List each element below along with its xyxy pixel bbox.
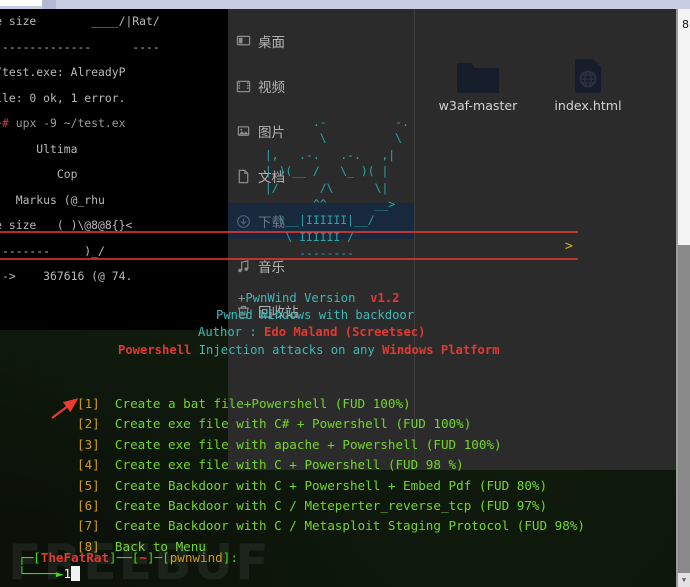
scrollbar[interactable]: ▼	[678, 9, 690, 587]
menu-list[interactable]: [1] Create a bat file+Powershell (FUD 10…	[77, 394, 585, 557]
prompt-tool: pwnwind	[169, 550, 223, 565]
prompt-close: ]:	[222, 550, 238, 565]
menu-item-label: Create Backdoor with C / Meteperter_reve…	[114, 498, 548, 514]
video-icon	[228, 79, 258, 94]
folder-icon	[424, 53, 532, 95]
terminal-line: /root/test.exe: AlreadyP	[0, 65, 126, 79]
version-value: v1.2	[370, 291, 400, 305]
terminal-line: -------------------- ----	[0, 39, 160, 54]
sidebar-item-2[interactable]: 视频	[228, 68, 414, 104]
upx-terminal-window[interactable]: File size ____/|Rat/ --------------------…	[0, 9, 248, 330]
menu-item-label: Create exe file with C# + Powershell (FU…	[114, 416, 472, 432]
menu-item-1[interactable]: [1] Create a bat file+Powershell (FUD 10…	[77, 394, 585, 414]
prompt-sep2: ]─[	[146, 550, 170, 565]
prompt-sep1: ]──[	[109, 550, 140, 565]
documents-icon	[228, 169, 258, 184]
menu-item-label: Create a bat file+Powershell (FUD 100%)	[114, 396, 411, 411]
subtitle-windows: Windows Platform	[382, 343, 500, 357]
terminal-line: 495616 -> 367616 (@ 74.	[2, 269, 133, 283]
menu-item-label: Create Backdoor with C + Powershell + Em…	[114, 477, 548, 493]
menu-item-number: [1]	[77, 396, 100, 411]
menu-item-number: [2]	[77, 416, 100, 432]
menu-item-5[interactable]: [5] Create Backdoor with C + Powershell …	[77, 476, 585, 496]
text-cursor	[71, 566, 81, 581]
desktop-item-folder[interactable]: w3af-master	[424, 53, 532, 113]
subtitle-middle: Injection attacks on any	[198, 343, 375, 357]
menu-item-3[interactable]: [3] Create exe file with apache + Powers…	[77, 435, 585, 455]
terminal-line: @kali:~# upx -9 ~/test.ex	[0, 116, 126, 130]
desktop-icon	[228, 34, 258, 49]
pictures-icon	[228, 124, 258, 139]
pwnwind-tagline: Pwned Windows with backdoor	[216, 308, 415, 322]
downloads-icon	[228, 214, 258, 229]
sidebar-item-label: 桌面	[258, 35, 285, 51]
shell-prompt: ┌─[TheFatRat]──[~]─[pwnwind]:	[18, 549, 238, 566]
screen: __ __ \__ Cop______________ | 3.91 __ Ma…	[0, 0, 690, 587]
html-file-icon	[534, 53, 642, 95]
menu-item-number: [5]	[77, 477, 100, 493]
prompt-host: TheFatRat	[40, 550, 109, 565]
menu-item-label: Create Backdoor with C / Metasploit Stag…	[114, 518, 586, 534]
menu-item-label: Create exe file with apache + Powershell…	[114, 436, 502, 452]
prompt-bracket-open: ┌─[	[18, 550, 41, 565]
shell-input-value[interactable]: 1	[64, 566, 72, 581]
menu-item-number: [4]	[77, 457, 100, 473]
pwnwind-version-line: +PwnWind Version v1.2	[238, 290, 399, 307]
menu-item-number: [6]	[77, 498, 100, 514]
terminal-line: File size ____/|Rat/	[0, 14, 160, 28]
terminal-line: ed 1 file: 0 ok, 1 error.	[0, 90, 126, 105]
pwnwind-author-line: Author : Edo Maland (Screetsec)	[198, 324, 425, 341]
pwnwind-subtitle: Powershell Injection attacks on any Wind…	[118, 342, 500, 359]
window-top-strip-left2	[42, 0, 56, 9]
window-top-strip	[0, 0, 690, 9]
menu-item-4[interactable]: [4] Create exe file with C + Powershell …	[77, 455, 585, 475]
shell-input-line[interactable]: └────►1	[18, 566, 81, 581]
subtitle-powershell: Powershell	[118, 343, 192, 357]
desktop-item-label: index.html	[554, 98, 622, 113]
desktop-item-label: w3af-master	[438, 98, 518, 113]
prompt-arrow: └────►	[18, 566, 64, 581]
pwnwind-name: PwnWind	[245, 291, 297, 305]
menu-item-6[interactable]: [6] Create Backdoor with C / Meteperter_…	[77, 496, 585, 516]
prompt-path: ~	[139, 550, 147, 565]
scrollbar-track[interactable]	[678, 9, 690, 245]
sidebar-item-1[interactable]: 桌面	[228, 23, 414, 59]
pwnwind-ascii-art: .- -. \ \ |, .-. .-. ,| | )(__ / \_ )( |…	[264, 115, 409, 261]
terminal-line: -------------- )_/	[0, 243, 105, 258]
music-icon	[228, 259, 258, 274]
scroll-down-icon[interactable]: ▼	[678, 573, 690, 587]
scrollbar-thumb[interactable]	[678, 245, 690, 579]
menu-item-number: [7]	[77, 518, 100, 534]
menu-item-2[interactable]: [2] Create exe file with C# + Powershell…	[77, 414, 585, 434]
author-label: Author :	[198, 325, 257, 339]
sidebar-item-label: 视频	[258, 80, 285, 96]
menu-item-number: [3]	[77, 436, 100, 452]
author-value: Edo Maland (Screetsec)	[264, 325, 426, 339]
menu-item-label: Create exe file with C + Powershell (FUD…	[114, 457, 464, 473]
right-edge-char: 8	[682, 18, 689, 31]
desktop-item-file[interactable]: index.html	[534, 53, 642, 113]
version-label: Version	[304, 291, 356, 305]
window-top-strip-left	[0, 0, 42, 6]
